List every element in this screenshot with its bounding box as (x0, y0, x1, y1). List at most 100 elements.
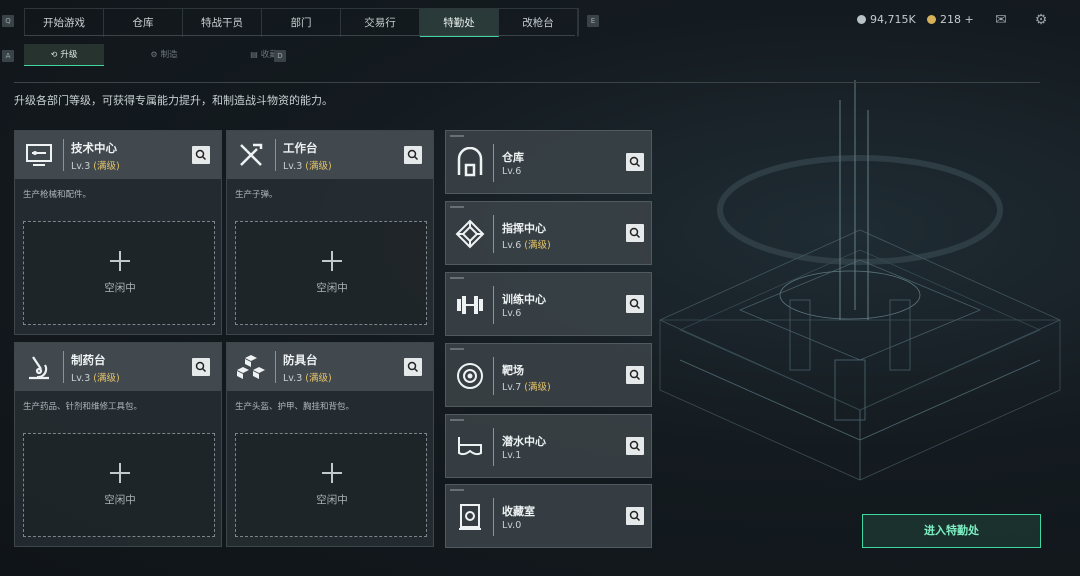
inspect-button[interactable] (626, 295, 644, 313)
card-level: Lv.3 (满级) (283, 158, 332, 172)
tab-department[interactable]: 部门 (262, 9, 341, 37)
production-slot[interactable]: 空闲中 (235, 433, 427, 537)
microscope-icon (29, 356, 49, 380)
facility-separator (493, 428, 494, 466)
inspect-button[interactable] (404, 146, 422, 164)
facility-name: 训练中心 (502, 293, 546, 306)
facility-level: Lv.1 (502, 450, 521, 461)
inspect-button[interactable] (192, 146, 210, 164)
facility-separator (493, 215, 494, 253)
main-tabs: 开始游戏 仓库 特战干员 部门 交易行 特勤处 改枪台 (24, 8, 579, 37)
facility-diving-center[interactable]: 潜水中心 Lv.1 (445, 414, 652, 478)
collection-icon: ▤ (250, 50, 258, 59)
max-level-badge: (满级) (524, 382, 551, 393)
command-icon (455, 219, 485, 249)
card-level: Lv.3 (满级) (283, 370, 332, 384)
card-pharmacy: 制药台 Lv.3 (满级) 生产药品、针剂和维修工具包。 空闲中 (14, 342, 222, 547)
card-separator (275, 351, 276, 383)
coin-icon (857, 15, 866, 24)
warehouse-icon (457, 147, 483, 177)
production-slot[interactable]: 空闲中 (23, 221, 215, 325)
inspect-button[interactable] (626, 224, 644, 242)
facility-level: Lv.6 (满级) (502, 237, 551, 251)
tab-warehouse[interactable]: 仓库 (104, 9, 183, 37)
max-level-badge: (满级) (305, 373, 332, 384)
card-level: Lv.3 (满级) (71, 370, 120, 384)
mail-icon[interactable]: ✉ (993, 12, 1009, 28)
inspect-button[interactable] (404, 358, 422, 376)
ticket-amount: 218 + (940, 13, 974, 26)
facility-warehouse[interactable]: 仓库 Lv.6 (445, 130, 652, 194)
section-divider (14, 82, 1040, 83)
sub-tabs: ⟲ 升级 ⚙ 制造 ▤ 收藏 (24, 44, 304, 66)
tab-special-ops[interactable]: 特勤处 (420, 9, 499, 37)
facility-name: 指挥中心 (502, 222, 546, 235)
search-icon (629, 298, 641, 310)
enter-special-ops-button[interactable]: 进入特勤处 (862, 514, 1041, 548)
card-level: Lv.3 (满级) (71, 158, 120, 172)
production-slot[interactable]: 空闲中 (23, 433, 215, 537)
search-icon (407, 149, 419, 161)
nav-divider (24, 35, 575, 36)
diving-mask-icon (458, 437, 482, 456)
search-icon (629, 369, 641, 381)
search-icon (195, 361, 207, 373)
tab-upgrade[interactable]: ⟲ 升级 (24, 44, 104, 66)
facility-name: 靶场 (502, 364, 524, 377)
plus-icon (322, 463, 342, 483)
facility-separator (493, 286, 494, 324)
search-icon (629, 510, 641, 522)
facility-level: Lv.6 (502, 308, 521, 319)
level-value: Lv.0 (502, 520, 522, 531)
level-value: Lv.1 (502, 450, 522, 461)
tab-collection[interactable]: ▤ 收藏 (224, 44, 304, 66)
card-header: 技术中心 Lv.3 (满级) (15, 131, 221, 179)
tab-start-game[interactable]: 开始游戏 (25, 9, 104, 37)
tab-gunsmith[interactable]: 改枪台 (499, 9, 578, 37)
facility-shooting-range[interactable]: 靶场 Lv.7 (满级) (445, 343, 652, 407)
inspect-button[interactable] (626, 437, 644, 455)
max-level-badge: (满级) (93, 161, 120, 172)
card-workbench: 工作台 Lv.3 (满级) 生产子弹。 空闲中 (226, 130, 434, 335)
inspect-button[interactable] (626, 366, 644, 384)
card-title: 技术中心 (71, 141, 117, 155)
tab-craft[interactable]: ⚙ 制造 (124, 44, 204, 66)
plus-icon (110, 463, 130, 483)
tab-operators[interactable]: 特战干员 (183, 9, 262, 37)
nav-next-key[interactable]: E (587, 15, 599, 27)
card-armor-bench: 防具台 Lv.3 (满级) 生产头盔、护甲、胸挂和背包。 空闲中 (226, 342, 434, 547)
facility-separator (493, 357, 494, 395)
facility-collection-room[interactable]: 收藏室 Lv.0 (445, 484, 652, 548)
level-value: Lv.3 (71, 161, 91, 172)
card-separator (275, 139, 276, 171)
facility-training-center[interactable]: 训练中心 Lv.6 (445, 272, 652, 336)
subnav-prev-key[interactable]: A (2, 50, 14, 62)
plus-icon (322, 251, 342, 271)
level-value: Lv.3 (71, 373, 91, 384)
tools-icon (240, 143, 263, 166)
production-slot[interactable]: 空闲中 (235, 221, 427, 325)
subnav-next-key[interactable]: D (274, 50, 286, 62)
inspect-button[interactable] (626, 507, 644, 525)
coin-balance[interactable]: 94,715K (857, 13, 916, 26)
facility-name: 收藏室 (502, 505, 535, 518)
dumbbell-icon (457, 296, 483, 314)
nav-prev-key[interactable]: Q (2, 15, 14, 27)
slot-status: 空闲中 (316, 494, 348, 506)
card-header: 工作台 Lv.3 (满级) (227, 131, 433, 179)
facility-command-center[interactable]: 指挥中心 Lv.6 (满级) (445, 201, 652, 265)
ticket-balance[interactable]: 218 + (927, 13, 974, 26)
computer-icon (26, 144, 52, 166)
upgrade-icon: ⟲ (50, 50, 58, 59)
headquarters-hologram (659, 80, 1061, 481)
inspect-button[interactable] (626, 153, 644, 171)
slot-status: 空闲中 (104, 494, 136, 506)
plus-icon (110, 251, 130, 271)
card-description: 生产头盔、护甲、胸挂和背包。 (235, 402, 355, 412)
gear-icon[interactable]: ⚙ (1033, 12, 1049, 28)
facility-separator (493, 498, 494, 536)
max-level-badge: (满级) (524, 240, 551, 251)
inspect-button[interactable] (192, 358, 210, 376)
trophy-case-icon (459, 504, 481, 530)
tab-market[interactable]: 交易行 (341, 9, 420, 37)
